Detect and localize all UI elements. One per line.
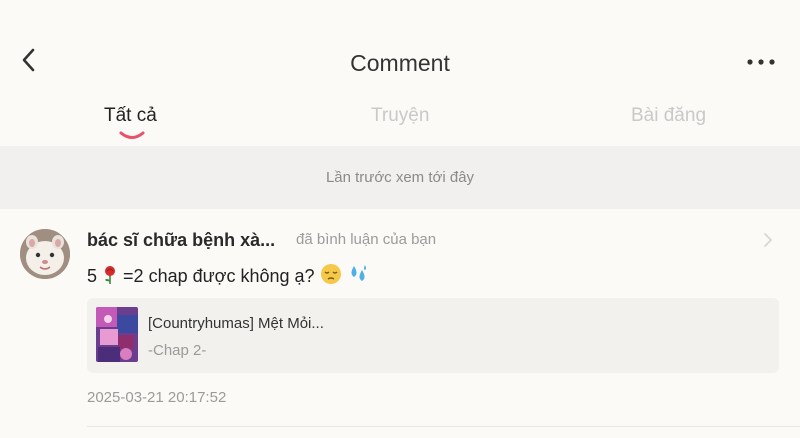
comment-notification[interactable]: bác sĩ chữa bệnh xà... đã bình luận của … xyxy=(0,209,800,438)
avatar[interactable] xyxy=(20,229,70,279)
avatar-image xyxy=(20,229,70,279)
divider xyxy=(87,426,800,427)
chapter-card[interactable]: [Countryhumas] Mệt Mỏi... -Chap 2- xyxy=(87,298,779,373)
chevron-right-icon[interactable] xyxy=(762,230,774,250)
rose-icon xyxy=(105,266,116,284)
comment-text: 5 =2 chap được không ạ? xyxy=(87,263,369,287)
tab-stories[interactable]: Truyện xyxy=(371,105,429,127)
last-seen-divider: Lần trước xem tới đây xyxy=(0,146,800,209)
page-title: Comment xyxy=(350,50,450,76)
more-horizontal-icon[interactable] xyxy=(744,46,780,76)
tab-all[interactable]: Tất cả xyxy=(104,105,157,127)
active-tab-indicator xyxy=(119,131,145,139)
pensive-face-icon xyxy=(320,264,341,284)
tab-posts[interactable]: Bài đăng xyxy=(631,105,706,127)
sweat-droplets-icon xyxy=(351,265,366,281)
comment-text-start: 5 xyxy=(87,266,98,286)
header: Comment xyxy=(0,0,800,100)
comment-text-end: =2 chap được không ạ? xyxy=(123,266,315,286)
username[interactable]: bác sĩ chữa bệnh xà... xyxy=(87,230,275,251)
timestamp: 2025-03-21 20:17:52 xyxy=(87,389,227,406)
comic-cover-image xyxy=(96,307,138,362)
action-text: đã bình luận của bạn xyxy=(296,231,437,248)
chapter-label: -Chap 2- xyxy=(148,342,207,359)
comic-title: [Countryhumas] Mệt Mỏi... xyxy=(148,315,324,332)
